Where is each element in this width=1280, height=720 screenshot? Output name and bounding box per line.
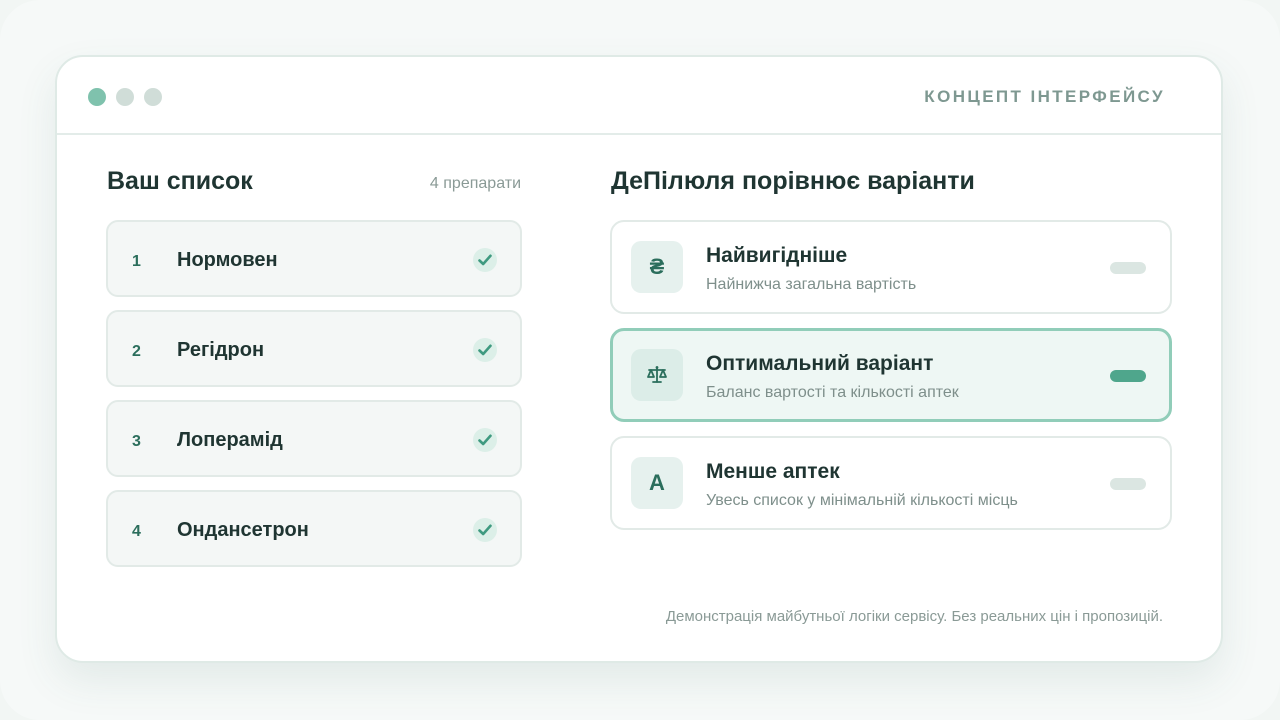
list-title: Ваш список (107, 167, 253, 195)
window-dot-minimize[interactable] (116, 88, 134, 106)
drug-item[interactable]: 4 Ондансетрон (106, 490, 522, 567)
window-dot-close[interactable] (88, 88, 106, 106)
letter-a-icon: A (631, 457, 683, 509)
option-title: Оптимальний варіант (706, 352, 934, 375)
option-title: Менше аптек (706, 460, 840, 483)
page-background: КОНЦЕПТ ІНТЕРФЕЙСУ Ваш список 4 препарат… (0, 0, 1280, 720)
drug-number: 1 (132, 253, 141, 270)
window-dot-maximize[interactable] (144, 88, 162, 106)
drug-number: 4 (132, 523, 141, 540)
drug-name: Ондансетрон (177, 519, 309, 541)
option-indicator (1110, 478, 1146, 490)
drug-number: 3 (132, 433, 141, 450)
check-icon (473, 518, 497, 542)
check-icon (473, 248, 497, 272)
check-icon (473, 338, 497, 362)
option-fewer-pharmacies[interactable]: A Менше аптек Увесь список у мінімальній… (610, 436, 1172, 530)
drug-item[interactable]: 3 Лоперамід (106, 400, 522, 477)
drug-item[interactable]: 1 Нормовен (106, 220, 522, 297)
title-bar: КОНЦЕПТ ІНТЕРФЕЙСУ (57, 57, 1221, 135)
hryvnia-icon: ₴ (631, 241, 683, 293)
option-description: Увесь список у мінімальній кількості міс… (706, 492, 1018, 509)
option-title: Найвигідніше (706, 244, 848, 267)
app-window: КОНЦЕПТ ІНТЕРФЕЙСУ Ваш список 4 препарат… (55, 55, 1223, 663)
compare-title: ДеПілюля порівнює варіанти (611, 167, 975, 195)
option-description: Найнижча загальна вартість (706, 276, 917, 293)
option-indicator (1110, 370, 1146, 382)
list-count: 4 препарати (429, 175, 521, 192)
drug-name: Лоперамід (177, 429, 283, 451)
option-optimal[interactable]: Оптимальний варіант Баланс вартості та к… (610, 328, 1172, 422)
option-indicator (1110, 262, 1146, 274)
check-icon (473, 428, 497, 452)
drug-name: Нормовен (177, 249, 278, 271)
footnote: Демонстрація майбутньої логіки сервісу. … (665, 608, 1163, 625)
drug-number: 2 (132, 343, 141, 360)
option-description: Баланс вартості та кількості аптек (706, 384, 959, 401)
scales-icon (631, 349, 683, 401)
concept-label: КОНЦЕПТ ІНТЕРФЕЙСУ (924, 87, 1165, 106)
drug-name: Регідрон (177, 339, 265, 361)
drug-item[interactable]: 2 Регідрон (106, 310, 522, 387)
option-best-price[interactable]: ₴ Найвигідніше Найнижча загальна вартіст… (610, 220, 1172, 314)
